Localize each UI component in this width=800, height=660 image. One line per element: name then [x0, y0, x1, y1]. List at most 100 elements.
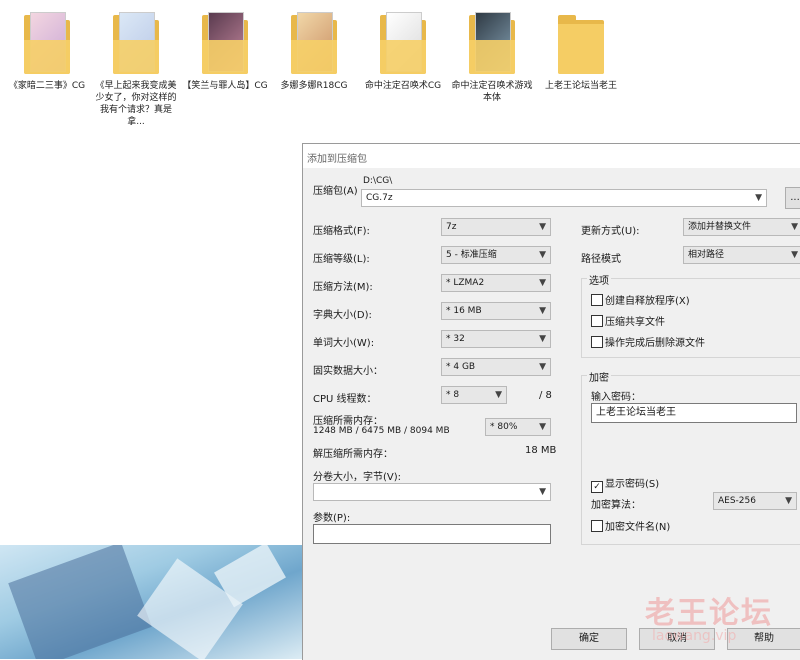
dialog-title: 添加到压缩包: [307, 154, 367, 165]
chevron-down-icon: ▼: [539, 422, 546, 432]
pathmode-value: 相对路径: [688, 250, 725, 260]
cpu-total: / 8: [539, 390, 552, 401]
folder-item[interactable]: 上老王论坛当老王: [538, 10, 624, 92]
chevron-down-icon: ▼: [791, 222, 798, 232]
sfx-checkbox[interactable]: 创建自释放程序(X): [591, 292, 690, 307]
folder-item[interactable]: 【笑兰与罪人岛】CG: [182, 10, 268, 92]
split-combo[interactable]: ▼: [313, 483, 551, 501]
chevron-down-icon: ▼: [539, 334, 546, 344]
pathmode-select[interactable]: 相对路径 ▼: [683, 246, 800, 264]
folder-icon: [289, 10, 339, 76]
dict-select[interactable]: * 16 MB ▼: [441, 302, 551, 320]
cpu-value: * 8: [446, 390, 460, 400]
folder-name: 上老王论坛当老王: [544, 81, 617, 91]
archive-label: 压缩包(A): [313, 186, 358, 197]
folder-name: 多娜多娜R18CG: [280, 81, 348, 91]
folder-item[interactable]: 《早上起来我变成美少女了，你对这样的我有个请求？真是拿...: [93, 10, 179, 128]
format-value: 7z: [446, 222, 457, 232]
checkbox-icon: [591, 336, 603, 348]
show-password-checkbox[interactable]: ✓ 显示密码(S): [591, 475, 659, 493]
folder-name: 《家暗二三事》CG: [8, 81, 86, 91]
sfx-label: 创建自释放程序(X): [605, 296, 690, 307]
folder-icon: [467, 10, 517, 76]
folder-name: 命中注定召唤术CG: [364, 81, 442, 91]
folder-item[interactable]: 命中注定召唤术CG: [360, 10, 446, 92]
folder-icon: [200, 10, 250, 76]
level-value: 5 - 标准压缩: [446, 250, 497, 260]
options-title: 选项: [587, 272, 611, 287]
archive-name-value: CG.7z: [366, 193, 393, 203]
enc-method-label: 加密算法：: [591, 500, 641, 511]
update-label: 更新方式(U):: [581, 226, 640, 237]
shared-label: 压缩共享文件: [605, 317, 665, 328]
mem-detail: 1248 MB / 6475 MB / 8094 MB: [313, 426, 450, 436]
folder-name: 命中注定召唤术游戏本体: [451, 81, 533, 103]
method-value: * LZMA2: [446, 278, 485, 288]
password-label: 输入密码：: [591, 392, 641, 403]
checkmark-icon: ✓: [591, 481, 603, 493]
chevron-down-icon: ▼: [539, 250, 546, 260]
browse-button[interactable]: ...: [785, 187, 800, 209]
cpu-select[interactable]: * 8 ▼: [441, 386, 507, 404]
chevron-down-icon: ▼: [539, 487, 546, 497]
update-select[interactable]: 添加并替换文件 ▼: [683, 218, 800, 236]
enc-method-select[interactable]: AES-256 ▼: [713, 492, 797, 510]
mem-pct-select[interactable]: * 80% ▼: [485, 418, 551, 436]
checkbox-icon: [591, 520, 603, 532]
chevron-down-icon: ▼: [539, 362, 546, 372]
desktop-wallpaper: [0, 545, 302, 659]
method-select[interactable]: * LZMA2 ▼: [441, 274, 551, 292]
chevron-down-icon: ▼: [785, 496, 792, 506]
format-label: 压缩格式(F):: [313, 226, 370, 237]
chevron-down-icon: ▼: [539, 222, 546, 232]
folder-name: 【笑兰与罪人岛】CG: [182, 81, 268, 91]
add-to-archive-dialog: 添加到压缩包 压缩包(A) D:\CG\ CG.7z ▼ ... 压缩格式(F):…: [302, 143, 800, 660]
dict-label: 字典大小(D):: [313, 310, 372, 321]
encrypt-title: 加密: [587, 369, 611, 384]
ok-button[interactable]: 确定: [551, 628, 627, 650]
watermark-subtext: laowang.vip: [652, 628, 737, 644]
shared-checkbox[interactable]: 压缩共享文件: [591, 313, 665, 328]
encrypt-names-checkbox[interactable]: 加密文件名(N): [591, 518, 670, 533]
chevron-down-icon: ▼: [539, 306, 546, 316]
cpu-label: CPU 线程数：: [313, 394, 377, 405]
encrypt-names-label: 加密文件名(N): [605, 522, 671, 533]
show-password-label: 显示密码(S): [605, 479, 660, 490]
update-value: 添加并替换文件: [688, 222, 752, 232]
chevron-down-icon: ▼: [539, 278, 546, 288]
level-label: 压缩等级(L):: [313, 254, 370, 265]
delete-checkbox[interactable]: 操作完成后删除源文件: [591, 334, 705, 349]
params-input[interactable]: [313, 524, 551, 544]
chevron-down-icon: ▼: [495, 390, 502, 400]
decomp-value: 18 MB: [525, 445, 557, 456]
archive-name-combo[interactable]: CG.7z ▼: [361, 189, 767, 207]
decomp-label: 解压缩所需内存：: [313, 449, 393, 460]
checkbox-icon: [591, 315, 603, 327]
folder-icon: [378, 10, 428, 76]
format-select[interactable]: 7z ▼: [441, 218, 551, 236]
checkbox-icon: [591, 294, 603, 306]
dict-value: * 16 MB: [446, 306, 482, 316]
folder-item[interactable]: 命中注定召唤术游戏本体: [449, 10, 535, 104]
word-label: 单词大小(W):: [313, 338, 375, 349]
mem-label: 压缩所需内存：: [313, 416, 383, 427]
word-value: * 32: [446, 334, 465, 344]
folder-icon: [556, 10, 606, 76]
solid-select[interactable]: * 4 GB ▼: [441, 358, 551, 376]
folder-name: 《早上起来我变成美少女了，你对这样的我有个请求？真是拿...: [95, 81, 177, 127]
method-label: 压缩方法(M):: [313, 282, 373, 293]
chevron-down-icon: ▼: [755, 193, 762, 203]
pathmode-label: 路径模式: [581, 254, 621, 265]
split-label: 分卷大小，字节(V):: [313, 472, 402, 483]
word-select[interactable]: * 32 ▼: [441, 330, 551, 348]
solid-label: 固实数据大小：: [313, 366, 383, 377]
folder-item[interactable]: 《家暗二三事》CG: [4, 10, 90, 92]
chevron-down-icon: ▼: [791, 250, 798, 260]
password-input[interactable]: 上老王论坛当老王: [591, 403, 797, 423]
enc-method-value: AES-256: [718, 496, 756, 506]
level-select[interactable]: 5 - 标准压缩 ▼: [441, 246, 551, 264]
watermark-text: 老王论坛: [645, 596, 773, 631]
dialog-titlebar[interactable]: 添加到压缩包: [303, 144, 800, 168]
folder-icon: [22, 10, 72, 76]
folder-item[interactable]: 多娜多娜R18CG: [271, 10, 357, 92]
